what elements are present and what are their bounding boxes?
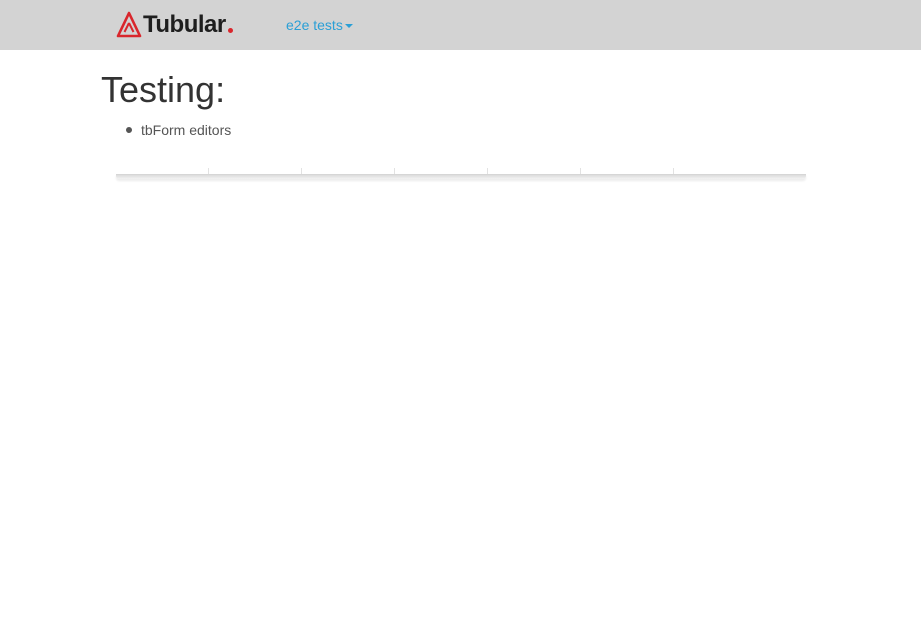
brand-link[interactable]: Tubular [116, 11, 233, 39]
page-title: Testing: [101, 69, 226, 110]
tubular-logo-icon [116, 11, 142, 38]
grid-header-cell [116, 168, 209, 174]
grid-header-row [116, 168, 806, 174]
grid-header-cell [302, 168, 395, 174]
grid-header-cell [395, 168, 488, 174]
grid-header-cell [209, 168, 302, 174]
top-navbar: Tubular e2e tests [0, 0, 921, 50]
grid-header-cell [581, 168, 674, 174]
bullet-icon [126, 127, 132, 133]
test-item-label: tbForm editors [141, 122, 232, 138]
brand-name: Tubular [143, 11, 226, 38]
brand-dot [227, 27, 233, 33]
e2e-tests-dropdown[interactable]: e2e tests [286, 16, 353, 34]
grid-footer [116, 174, 806, 179]
data-grid [116, 168, 806, 180]
grid-header-cell [674, 168, 806, 174]
list-item: tbForm editors [126, 120, 231, 140]
grid-header-cell [488, 168, 581, 174]
caret-down-icon [344, 23, 353, 28]
e2e-tests-dropdown-label: e2e tests [286, 17, 343, 33]
test-list: tbForm editors [126, 120, 231, 140]
